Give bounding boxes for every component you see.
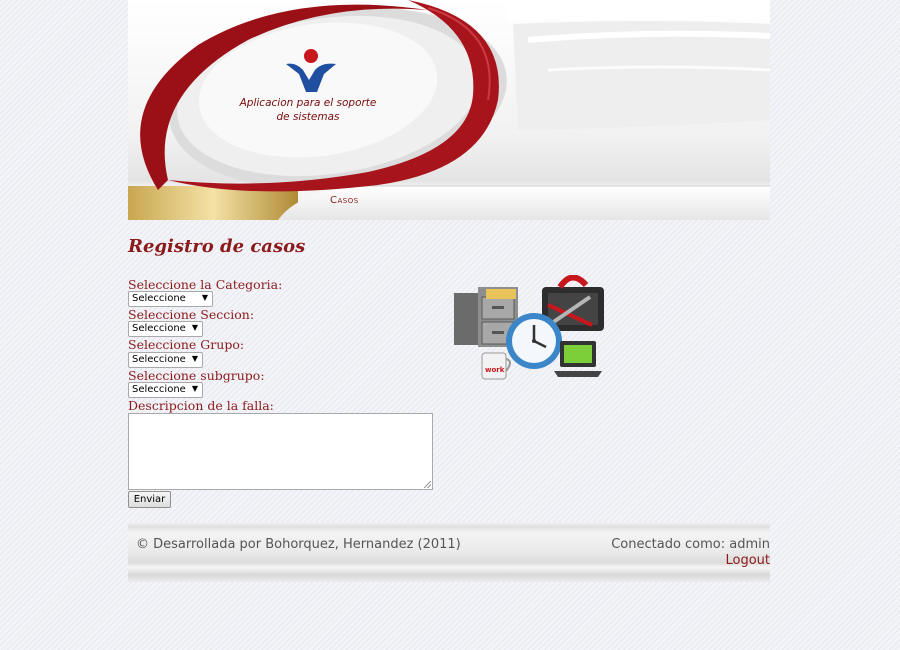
mug-icon: work [481, 352, 511, 380]
connected-as-text: Conectado como: admin [611, 537, 770, 552]
subgrupo-label: Seleccione subgrupo: [128, 368, 265, 383]
header-swoosh-graphic [128, 0, 770, 220]
mug-text: work [485, 366, 505, 374]
app-title-line-1: Aplicacion para el soporte [239, 97, 377, 109]
categoria-select[interactable]: Seleccione ▼ [128, 291, 213, 307]
header-banner: Aplicacion para el soporte de sistemas C… [128, 0, 770, 220]
page-title: Registro de casos [128, 236, 306, 257]
clock-icon [506, 313, 562, 369]
app-title-line-2: de sistemas [276, 111, 340, 123]
chevron-down-icon: ▼ [191, 354, 198, 363]
seccion-select-value: Seleccione [132, 323, 186, 334]
seccion-select[interactable]: Seleccione ▼ [128, 321, 203, 337]
nav-link-casos[interactable]: Casos [330, 195, 359, 206]
descripcion-label: Descripcion de la falla: [128, 398, 274, 413]
grupo-select[interactable]: Seleccione ▼ [128, 352, 203, 368]
categoria-label: Seleccione la Categoria: [128, 277, 283, 292]
subgrupo-select[interactable]: Seleccione ▼ [128, 382, 203, 398]
work-tools-clipart-icon: work [454, 275, 604, 380]
subgrupo-select-value: Seleccione [132, 384, 186, 395]
resize-grip-icon[interactable] [424, 481, 431, 488]
seccion-label: Seleccione Seccion: [128, 307, 255, 322]
grupo-select-value: Seleccione [132, 354, 186, 365]
descripcion-textarea[interactable] [128, 413, 433, 490]
logout-link[interactable]: Logout [725, 553, 770, 568]
submit-button[interactable]: Enviar [128, 491, 171, 508]
chevron-down-icon: ▼ [191, 384, 198, 393]
footer: © Desarrollada por Bohorquez, Hernandez … [128, 522, 770, 582]
categoria-select-value: Seleccione [132, 293, 186, 304]
chevron-down-icon: ▼ [191, 323, 198, 332]
grupo-label: Seleccione Grupo: [128, 337, 245, 352]
laptop-icon [554, 341, 602, 377]
copyright-text: © Desarrollada por Bohorquez, Hernandez … [136, 537, 461, 552]
chevron-down-icon: ▼ [201, 293, 208, 302]
